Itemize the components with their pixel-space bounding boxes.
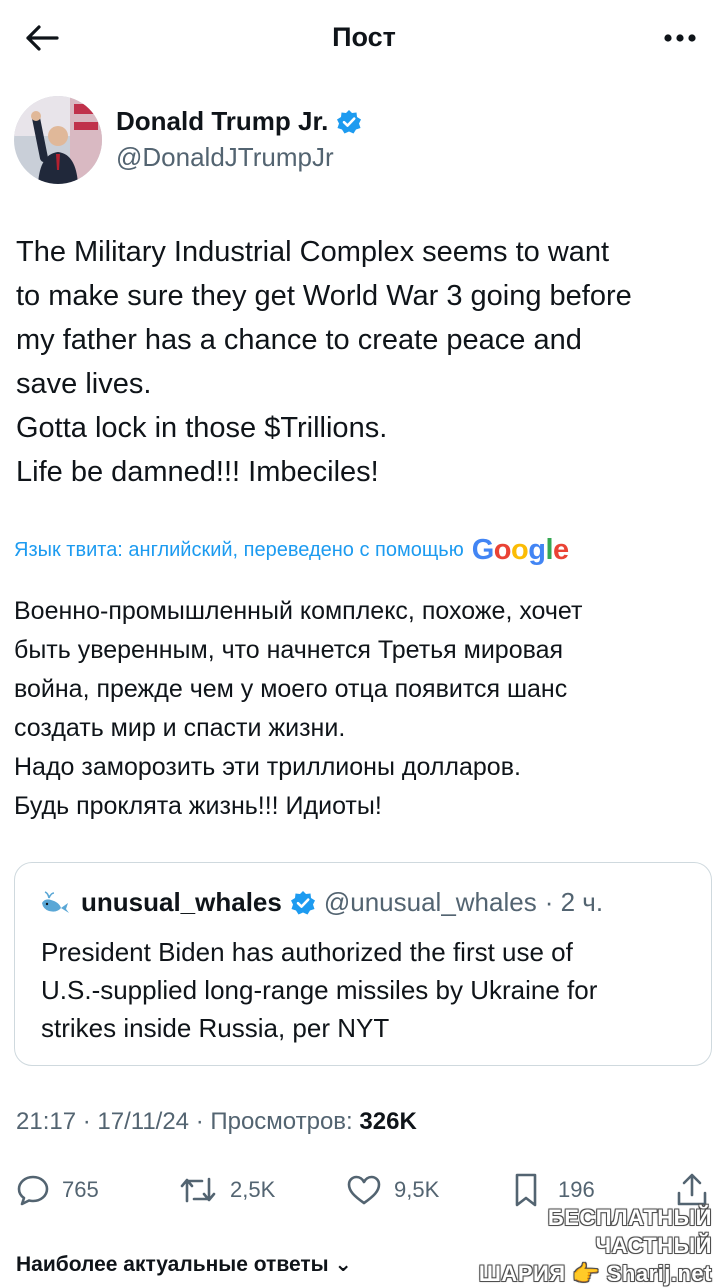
avatar[interactable] (14, 96, 102, 184)
translated-text-line: Будь проклята жизнь!!! Идиоты! (14, 792, 382, 820)
translated-text: Военно-промышленный комплекс, похоже, хо… (14, 592, 714, 826)
translated-text-line: Военно-промышленный комплекс, похоже, хо… (14, 597, 583, 625)
heart-icon (347, 1175, 381, 1205)
quoted-tweet-header: unusual_whales @unusual_whales · 2 ч. (39, 887, 603, 918)
translation-note-text[interactable]: Язык твита: английский, переведено с пом… (14, 539, 464, 562)
translated-text-line: Надо заморозить эти триллионы долларов. (14, 753, 521, 781)
translated-text-line: война, прежде чем у моего отца появится … (14, 675, 568, 703)
like-count: 9,5K (394, 1177, 440, 1202)
watermark-line: БЕСПЛАТНЫЙ ЧАСТНЫЙ (547, 1205, 712, 1258)
verified-badge-icon (290, 890, 315, 914)
translated-text-line: создать мир и спасти жизни. (14, 714, 346, 742)
reply-icon (17, 1175, 49, 1206)
translated-text-line: быть уверенным, что начнется Третья миро… (14, 636, 564, 664)
tweet-text-line: The Military Industrial Complex seems to… (16, 236, 610, 268)
quoted-tweet-time: · 2 ч. (544, 887, 604, 917)
tweet-text: The Military Industrial Complex seems to… (16, 230, 716, 494)
tweet-text-line: save lives. (16, 368, 152, 400)
quoted-text-line: President Biden has authorized the first… (41, 937, 573, 967)
bookmark-icon (515, 1173, 537, 1207)
bookmark-count: 196 (558, 1177, 595, 1202)
quoted-tweet-card[interactable]: unusual_whales @unusual_whales · 2 ч. Pr… (14, 862, 712, 1066)
translation-note[interactable]: Язык твита: английский, переведено с пом… (14, 534, 724, 567)
repost-button[interactable]: 2,5K (178, 1168, 275, 1212)
reply-count: 765 (62, 1177, 99, 1202)
repost-count: 2,5K (230, 1177, 276, 1202)
author-name[interactable]: Donald Trump Jr. (116, 106, 362, 137)
reply-button[interactable]: 765 (16, 1168, 99, 1212)
top-bar: Пост (0, 0, 728, 76)
page-title: Пост (332, 22, 396, 52)
author-handle[interactable]: @DonaldJTrumpJr (116, 142, 334, 173)
watermark-line: ШАРИЯ 👉 Sharij.net (478, 1261, 712, 1286)
like-button[interactable]: 9,5K (346, 1168, 439, 1212)
view-count: 326K (359, 1108, 417, 1135)
tweet-timestamp: 21:17 · 17/11/24 · Просмотров: (16, 1108, 353, 1135)
quoted-tweet-text: President Biden has authorized the first… (41, 933, 691, 1047)
share-icon (677, 1173, 707, 1206)
relevant-replies-sort[interactable]: Наиболее актуальные ответы ⌄ (16, 1252, 352, 1277)
tweet-text-line: my father has a chance to create peace a… (16, 324, 582, 356)
google-logo: Google (471, 534, 569, 566)
tweet-meta: 21:17 · 17/11/24 · Просмотров: 326K (16, 1108, 417, 1136)
repost-icon (180, 1177, 216, 1203)
tweet-author: Donald Trump Jr. @DonaldJTrumpJr (14, 96, 714, 186)
tweet-text-line: Life be damned!!! Imbeciles! (16, 456, 379, 488)
verified-badge-icon (337, 109, 362, 133)
watermark: БЕСПЛАТНЫЙ ЧАСТНЫЙ ШАРИЯ 👉 Sharij.net (462, 1204, 712, 1288)
quoted-text-line: U.S.-supplied long-range missiles by Ukr… (41, 975, 598, 1005)
tweet-text-line: Gotta lock in those $Trillions. (16, 412, 388, 444)
more-options-icon[interactable] (658, 18, 702, 58)
tweet-text-line: to make sure they get World War 3 going … (16, 280, 632, 312)
quoted-author-name[interactable]: unusual_whales (81, 887, 282, 918)
quoted-author-handle[interactable]: @unusual_whales (324, 887, 537, 918)
author-name-text[interactable]: Donald Trump Jr. (116, 106, 328, 137)
quoted-text-line: strikes inside Russia, per NYT (41, 1013, 390, 1043)
whale-avatar-icon (42, 890, 69, 913)
